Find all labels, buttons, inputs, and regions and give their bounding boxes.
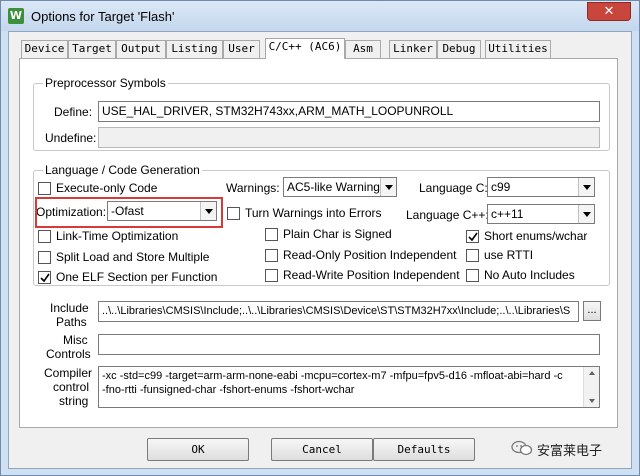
short-enums-wchar-label: Short enums/wchar: [484, 229, 588, 243]
include-paths-field[interactable]: ..\..\Libraries\CMSIS\Include;..\..\Libr…: [98, 301, 579, 322]
wechat-icon: [511, 440, 533, 456]
check-icon: [40, 273, 50, 283]
tab-linker[interactable]: Linker: [389, 40, 437, 58]
misc-controls-field[interactable]: [98, 334, 600, 355]
cpp-options-panel: Preprocessor Symbols Define: USE_HAL_DRI…: [19, 58, 618, 428]
tab-output[interactable]: Output: [116, 40, 166, 58]
language-cpp-value: c++11: [491, 207, 524, 221]
language-cpp-select[interactable]: c++11: [487, 204, 595, 224]
link-time-optimization-label: Link-Time Optimization: [56, 229, 179, 243]
checkbox-box: [265, 228, 278, 241]
tab-listing[interactable]: Listing: [166, 40, 223, 58]
compiler-control-label-line2: control: [53, 380, 90, 394]
tab-device[interactable]: Device: [21, 40, 68, 58]
checkbox-box: [38, 230, 51, 243]
include-paths-label-line2: Paths: [56, 315, 87, 329]
chevron-down-icon: [380, 178, 396, 196]
turn-warnings-into-errors-label: Turn Warnings into Errors: [245, 206, 382, 220]
keil-app-icon: W: [8, 8, 24, 24]
check-icon: [468, 232, 478, 242]
define-field[interactable]: USE_HAL_DRIVER, STM32H743xx,ARM_MATH_LOO…: [98, 101, 600, 122]
language-group-label: Language / Code Generation: [43, 163, 202, 177]
checkbox-box: [38, 182, 51, 195]
misc-controls-label-line2: Controls: [46, 347, 91, 361]
tab-debug[interactable]: Debug: [437, 40, 481, 58]
use-rtti-label: use RTTI: [484, 248, 534, 262]
warnings-label: Warnings:: [226, 181, 280, 195]
checkbox-box: [265, 249, 278, 262]
no-auto-includes-label: No Auto Includes: [484, 268, 575, 282]
compiler-control-scrollbar[interactable]: [583, 367, 599, 407]
compiler-control-line-1: -xc -std=c99 -target=arm-arm-none-eabi -…: [102, 370, 563, 382]
one-elf-section-label: One ELF Section per Function: [56, 270, 218, 284]
tab-utilities[interactable]: Utilities: [485, 40, 551, 58]
tab-asm[interactable]: Asm: [345, 40, 381, 58]
language-cpp-label: Language C++:: [406, 208, 489, 222]
title-bar: W Options for Target 'Flash' ✕: [1, 1, 639, 31]
execute-only-label: Execute-only Code: [56, 181, 158, 195]
options-window: W Options for Target 'Flash' ✕ Device Ta…: [0, 0, 640, 476]
language-c-select[interactable]: c99: [487, 177, 595, 197]
cancel-button[interactable]: Cancel: [271, 438, 373, 461]
window-title: Options for Target 'Flash': [31, 9, 175, 24]
undefine-label: Undefine:: [45, 131, 97, 145]
checkbox-box: [466, 269, 479, 282]
checkbox-box-checked: [38, 271, 51, 284]
plain-char-signed-label: Plain Char is Signed: [283, 227, 392, 241]
checkbox-box-checked: [466, 230, 479, 243]
tab-cpp-ac6[interactable]: C/C++ (AC6): [265, 38, 345, 59]
language-c-label: Language C:: [419, 181, 488, 195]
tab-target[interactable]: Target: [68, 40, 116, 58]
defaults-button[interactable]: Defaults: [373, 438, 475, 461]
chevron-down-icon: [578, 178, 594, 196]
dialog-client: Device Target Output Listing User C/C++ …: [8, 31, 632, 469]
optimization-highlight-box: [35, 197, 223, 228]
compiler-control-label-line1: Compiler: [44, 366, 93, 380]
undefine-field[interactable]: [98, 127, 600, 148]
scroll-arrows-icon: [589, 371, 595, 403]
compiler-control-line-2: -fno-rtti -funsigned-char -fshort-enums …: [102, 384, 355, 396]
split-load-store-label: Split Load and Store Multiple: [56, 250, 210, 264]
compiler-control-label-line3: string: [59, 394, 89, 408]
compiler-control-string-field[interactable]: -xc -std=c99 -target=arm-arm-none-eabi -…: [98, 366, 600, 408]
language-c-value: c99: [491, 180, 511, 194]
tab-user[interactable]: User: [223, 40, 260, 58]
warnings-value: AC5-like Warnings: [287, 180, 386, 194]
include-paths-label-line1: Include: [50, 301, 89, 315]
close-button[interactable]: ✕: [587, 2, 631, 21]
define-label: Define:: [54, 105, 93, 119]
preprocessor-group-label: Preprocessor Symbols: [43, 76, 168, 90]
checkbox-box: [466, 249, 479, 262]
chevron-down-icon: [578, 205, 594, 223]
watermark-text: 安富莱电子: [537, 444, 603, 459]
checkbox-box: [265, 269, 278, 282]
ok-button[interactable]: OK: [147, 438, 249, 461]
include-paths-browse-button[interactable]: ...: [583, 301, 601, 321]
read-write-position-independent-label: Read-Write Position Independent: [283, 268, 460, 282]
checkbox-box: [227, 207, 240, 220]
read-only-position-independent-label: Read-Only Position Independent: [283, 248, 457, 262]
warnings-select[interactable]: AC5-like Warnings: [283, 177, 397, 197]
misc-controls-label-line1: Misc: [63, 333, 88, 347]
checkbox-box: [38, 251, 51, 264]
